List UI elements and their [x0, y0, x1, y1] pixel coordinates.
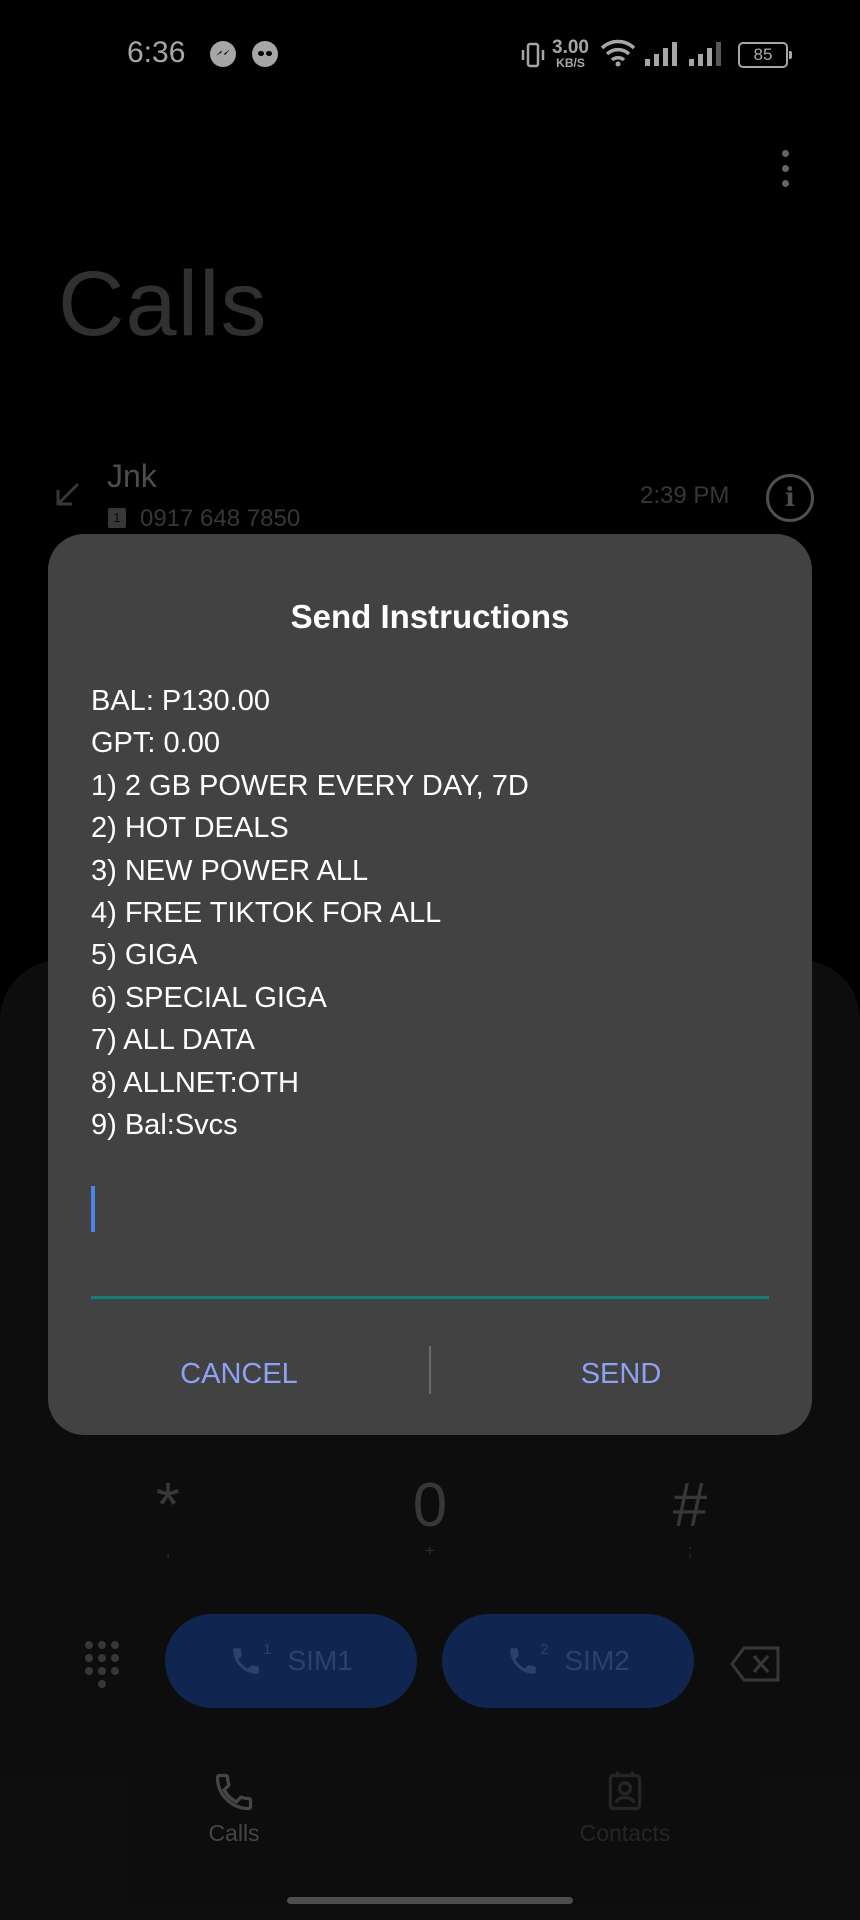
message-line: 4) FREE TIKTOK FOR ALL [91, 897, 442, 930]
message-line: BAL: P130.00 [91, 685, 270, 717]
send-button[interactable]: SEND [430, 1344, 812, 1404]
input-underline [91, 1296, 769, 1299]
text-cursor [91, 1186, 95, 1232]
response-input[interactable] [91, 1186, 769, 1236]
message-line: 6) SPECIAL GIGA [91, 981, 327, 1014]
ussd-message: BAL: P130.00 GPT: 0.00 1) 2 GB POWER EVE… [91, 680, 771, 1146]
message-line: 8) ALLNET:OTH [91, 1066, 299, 1099]
message-line: 7) ALL DATA [91, 1024, 255, 1057]
message-line: 5) GIGA [91, 939, 198, 972]
dialog-title: Send Instructions [290, 598, 570, 635]
cancel-button[interactable]: CANCEL [48, 1344, 430, 1404]
message-line: 9) Bal:Svcs [91, 1109, 238, 1142]
message-line: 2) HOT DEALS [91, 812, 289, 845]
phone-screen: 6:36 3.00 KB/S 85 Calls Jnk 1 0917 648 7 [0, 0, 860, 1920]
message-line: 1) 2 GB POWER EVERY DAY, 7D [91, 769, 529, 802]
message-line: GPT: 0.00 [91, 727, 220, 760]
ussd-dialog: Send Instructions BAL: P130.00 GPT: 0.00… [48, 534, 812, 1435]
dialog-actions: CANCEL SEND [48, 1344, 812, 1404]
message-line: 3) NEW POWER ALL [91, 854, 369, 887]
